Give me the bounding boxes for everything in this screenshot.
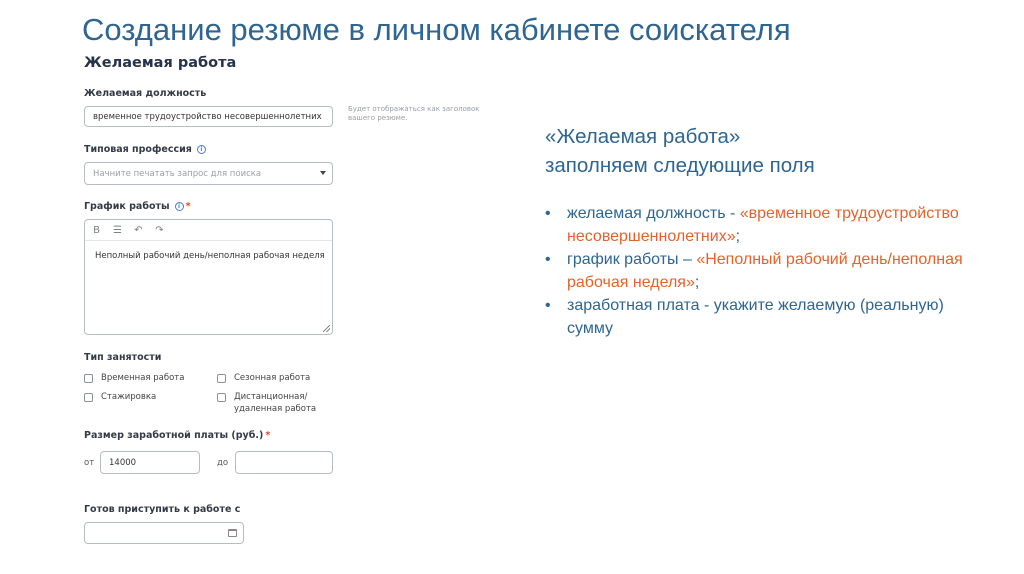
required-mark: * [185,201,191,212]
checkbox-remote[interactable]: Дистанционная/ удаленная работа [217,392,327,415]
profession-label: Типовая профессия i [84,144,206,155]
resume-form: Желаемая работа Желаемая должность време… [84,0,504,574]
employment-label: Тип занятости [84,352,161,363]
required-mark: * [265,430,271,441]
section-title: Желаемая работа [84,55,237,71]
checkbox-label: Стажировка [101,392,157,402]
checkbox-box[interactable] [217,374,226,383]
bold-icon[interactable]: B [91,224,102,238]
salary-to-input[interactable] [235,451,333,474]
checkbox-temporary[interactable]: Временная работа [84,373,184,383]
bullet-text: заработная плата - укажите желаемую (реа… [567,297,944,337]
list-item: заработная плата - укажите желаемую (реа… [545,295,985,340]
info-icon[interactable]: i [196,145,206,154]
panel-title: «Желаемая работа» заполняем следующие по… [545,122,985,180]
redo-icon[interactable]: ↷ [154,224,165,238]
bullet-suffix: ; [735,227,741,245]
salary-from-label: от [84,458,95,468]
position-label-text: Желаемая должность [84,88,207,99]
bullet-text: график работы – [567,251,697,268]
schedule-editor[interactable]: B ☰ ↶ ↷ Неполный рабочий день/неполная р… [84,219,333,335]
checkbox-label: Сезонная работа [234,373,311,383]
checkbox-box[interactable] [217,393,226,402]
checkbox-internship[interactable]: Стажировка [84,392,156,402]
editor-divider [85,240,332,241]
salary-label: Размер заработной платы (руб.) * [84,430,270,441]
info-icon[interactable]: i [174,202,184,211]
calendar-icon[interactable] [228,529,237,537]
checkbox-label: Временная работа [101,373,185,383]
employment-label-text: Тип занятости [84,352,162,363]
start-date-label: Готов приступить к работе с [84,504,240,515]
panel-title-line2: заполняем следующие поля [545,154,815,177]
resize-handle-icon[interactable] [323,325,330,332]
editor-toolbar: B ☰ ↶ ↷ [91,224,165,238]
position-label: Желаемая должность [84,88,206,99]
schedule-value[interactable]: Неполный рабочий день/неполная рабочая н… [95,251,325,261]
salary-from-value: 14000 [109,457,137,468]
schedule-label-text: График работы [84,201,170,212]
position-hint: Будет отображаться как заголовок вашего … [348,105,480,122]
position-value: временное трудоустройство несовершенноле… [93,111,322,122]
position-input[interactable]: временное трудоустройство несовершенноле… [84,106,333,127]
bullet-suffix: ; [694,273,700,291]
schedule-label: График работы i * [84,201,191,212]
instruction-list: желаемая должность - «временное трудоуст… [545,203,985,340]
undo-icon[interactable]: ↶ [133,224,144,238]
chevron-down-icon[interactable] [320,171,326,175]
start-date-input[interactable] [84,522,244,544]
profession-select[interactable]: Начните печатать запрос для поиска [84,162,333,185]
start-date-label-text: Готов приступить к работе с [84,504,241,515]
list-item: желаемая должность - «временное трудоуст… [545,203,985,248]
bullet-text: желаемая должность - [567,205,740,222]
profession-placeholder: Начните печатать запрос для поиска [93,168,262,179]
salary-label-text: Размер заработной платы (руб.) [84,430,264,441]
checkbox-box[interactable] [84,374,93,383]
list-item: график работы – «Неполный рабочий день/н… [545,249,985,294]
list-icon[interactable]: ☰ [112,224,123,238]
checkbox-label: Дистанционная/ удаленная работа [234,392,317,414]
profession-label-text: Типовая профессия [84,144,192,155]
salary-from-input[interactable]: 14000 [100,451,200,474]
checkbox-box[interactable] [84,393,93,402]
checkbox-seasonal[interactable]: Сезонная работа [217,373,310,383]
salary-to-label: до [217,458,229,468]
panel-title-line1: «Желаемая работа» [545,125,741,148]
instructions-panel: «Желаемая работа» заполняем следующие по… [545,122,985,341]
